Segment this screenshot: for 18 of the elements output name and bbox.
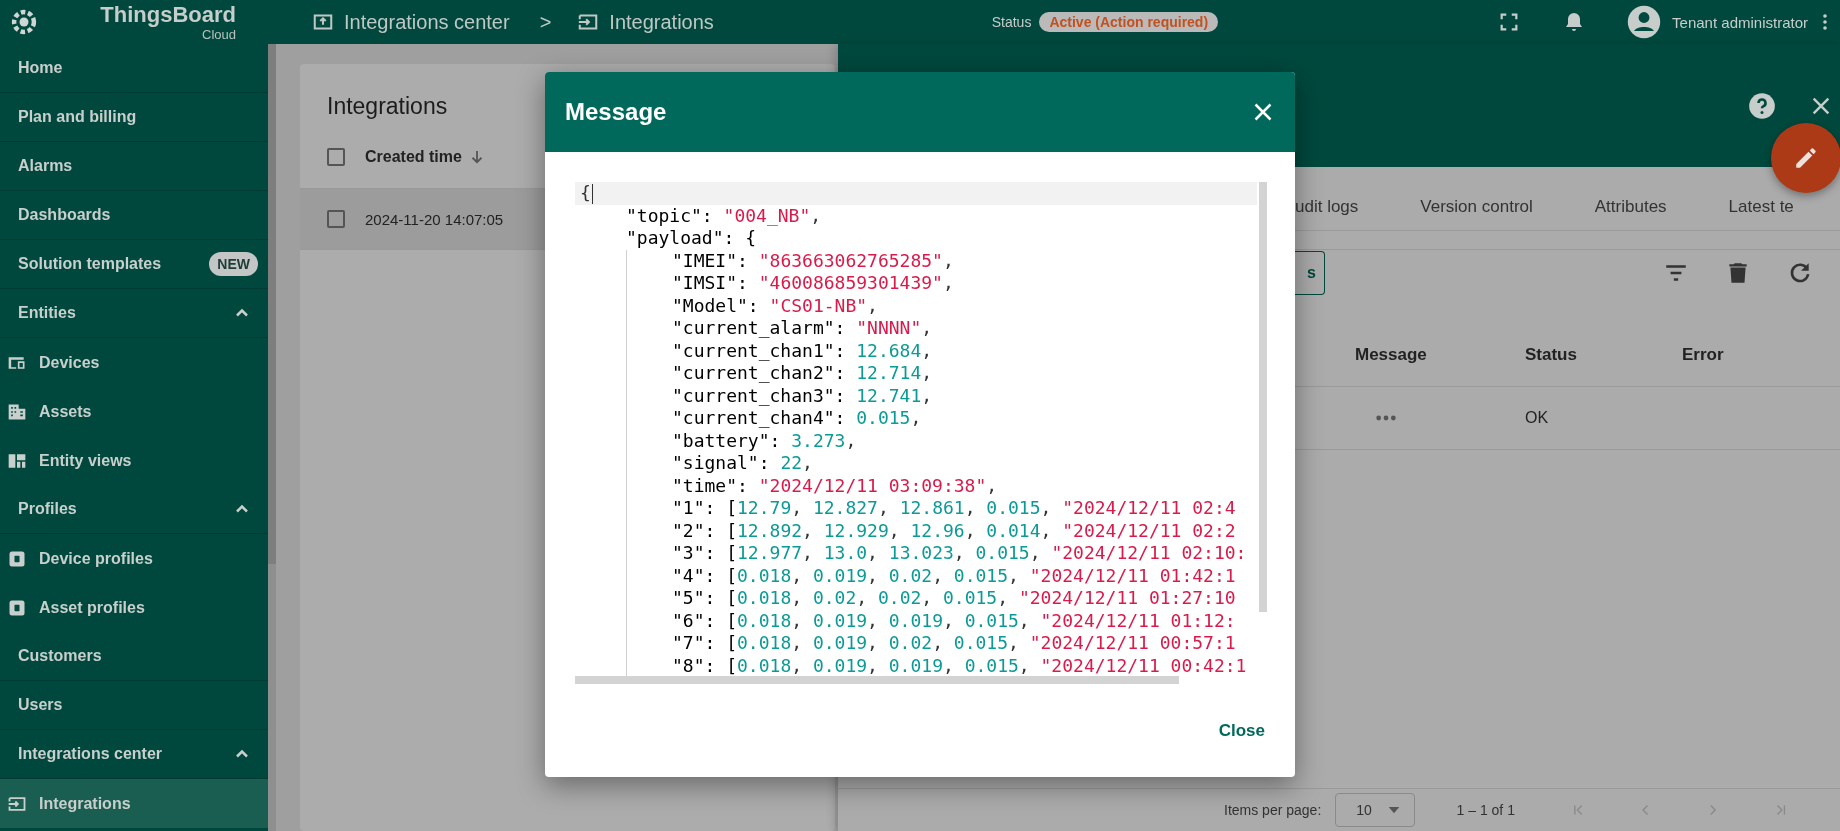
dialog-title: Message xyxy=(565,98,667,126)
logo-subtitle: Cloud xyxy=(202,26,236,42)
breadcrumb-separator: > xyxy=(539,10,552,34)
code-line: "payload": { xyxy=(625,227,758,250)
user-role: Tenant administrator xyxy=(1672,13,1808,31)
table-cell: 2024-11-20 14:07:05 xyxy=(365,210,504,228)
page-range: 1 – 1 of 1 xyxy=(1456,802,1515,818)
code-line: "topic": "004_NB", xyxy=(625,204,823,227)
new-badge: NEW xyxy=(209,252,258,276)
table-cell: OK xyxy=(1525,409,1549,427)
card-title: Integrations xyxy=(327,92,448,120)
logo-text: ThingsBoard xyxy=(100,2,236,27)
column-header: Error xyxy=(1682,345,1725,365)
column-header: Status xyxy=(1525,345,1578,365)
items-per-page-label: Items per page: xyxy=(1224,802,1322,818)
status-chip: Active (Action required) xyxy=(1039,12,1219,32)
column-header: Message xyxy=(1355,345,1428,365)
status-label: Status xyxy=(991,14,1032,30)
